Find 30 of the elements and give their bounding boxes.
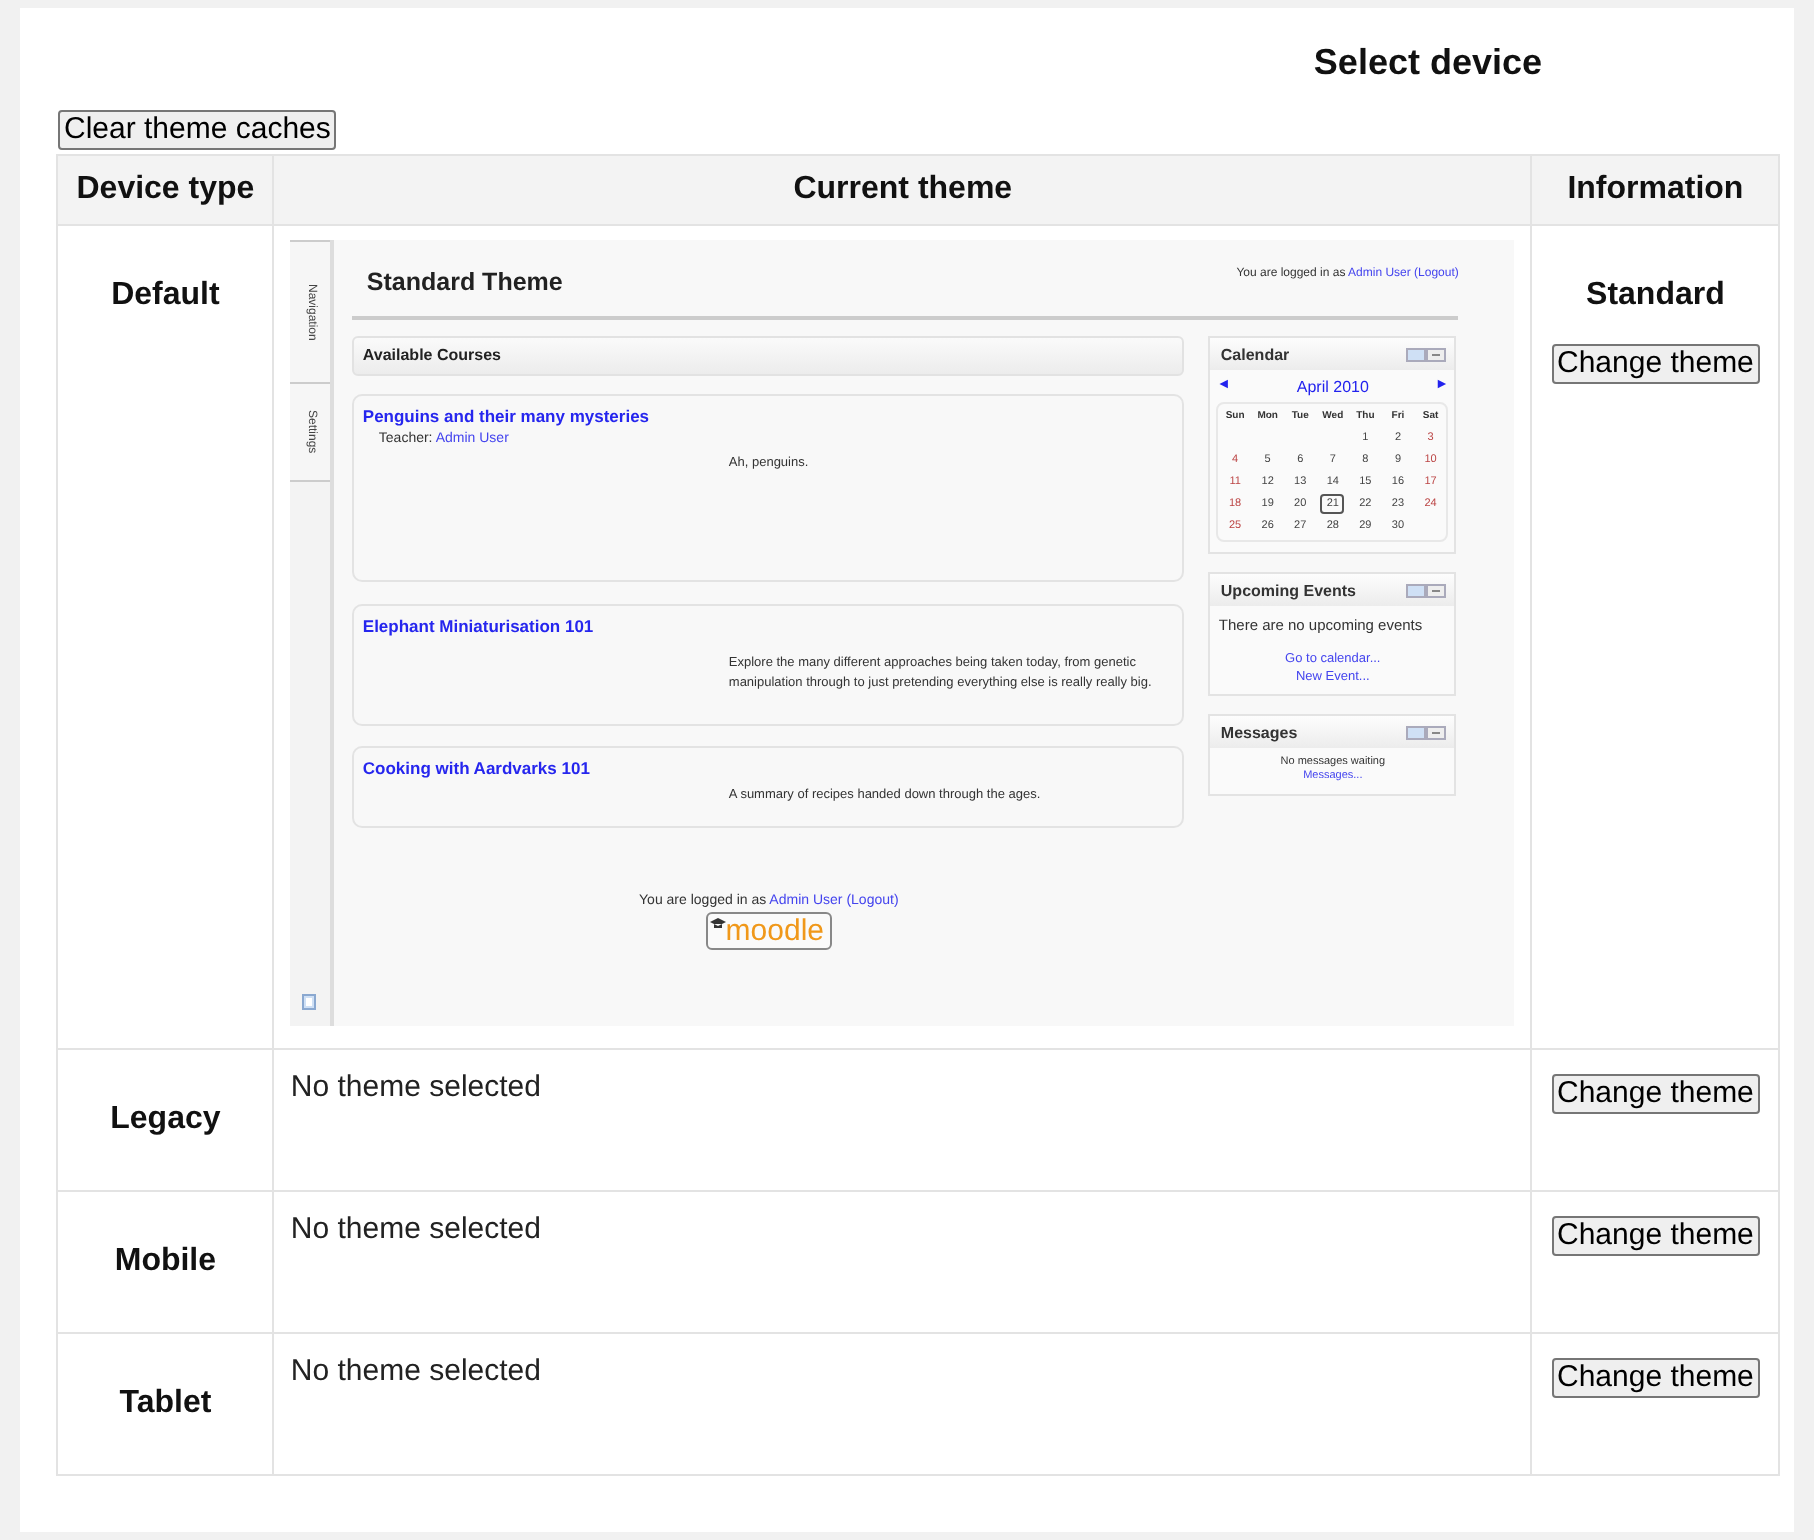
block-controls-icon[interactable] (1406, 725, 1447, 739)
month-link[interactable]: April 2010 (1296, 378, 1369, 396)
no-theme-text: No theme selected (290, 1212, 541, 1246)
device-name: Default (111, 278, 220, 312)
course-link[interactable]: Elephant Miniaturisation 101 (362, 616, 1175, 636)
theme-name: Standard (1584, 278, 1727, 314)
block-controls-icon[interactable] (1406, 347, 1447, 361)
block-title: Messages (1220, 723, 1298, 741)
clear-caches-button[interactable]: Clear theme caches (58, 110, 337, 150)
courses-heading: Available Courses (352, 336, 1185, 376)
change-theme-button[interactable]: Change theme (1551, 1074, 1760, 1114)
column-header: Information (1531, 155, 1779, 225)
course-link[interactable]: Cooking with Aardvarks 101 (362, 758, 1175, 778)
dock-icon[interactable] (302, 994, 317, 1010)
column-header: Current theme (273, 155, 1532, 225)
course-link[interactable]: Penguins and their many mysteries (362, 406, 1175, 426)
device-name: Mobile (114, 1244, 217, 1278)
page-title: Select device (1313, 42, 1542, 84)
block-title: Calendar (1220, 345, 1290, 363)
change-theme-button[interactable]: Change theme (1551, 344, 1760, 384)
change-theme-button[interactable]: Change theme (1551, 1216, 1760, 1256)
no-theme-text: No theme selected (290, 1070, 541, 1104)
no-theme-text: No theme selected (290, 1354, 541, 1388)
change-theme-button[interactable]: Change theme (1551, 1358, 1760, 1398)
block-controls-icon[interactable] (1406, 583, 1447, 597)
theme-title: Standard Theme (366, 268, 563, 296)
column-header: Device type (57, 155, 274, 225)
block-title: Upcoming Events (1220, 581, 1356, 599)
device-name: Tablet (119, 1386, 212, 1420)
device-name: Legacy (110, 1102, 221, 1136)
